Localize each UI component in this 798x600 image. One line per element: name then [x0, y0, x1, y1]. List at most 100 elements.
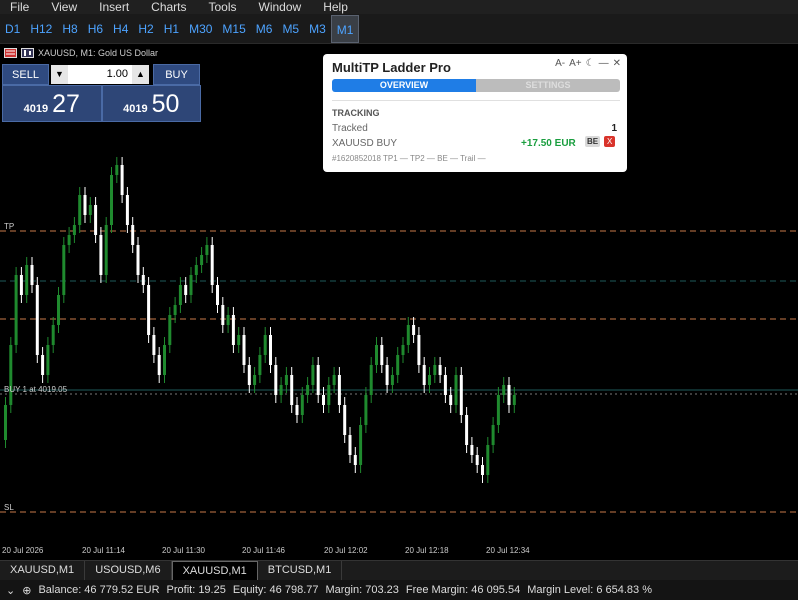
- candle-body: [83, 195, 87, 215]
- timeframe-h4[interactable]: H4: [108, 15, 133, 43]
- candle-body: [316, 365, 320, 395]
- candle-body: [406, 325, 410, 345]
- panel-tabs: OVERVIEW SETTINGS: [332, 79, 620, 92]
- panel-divider: [332, 100, 620, 101]
- candle-body: [46, 345, 50, 375]
- menu-charts[interactable]: Charts: [151, 0, 186, 14]
- candle-body: [417, 335, 421, 365]
- candle-body: [401, 345, 405, 355]
- chart-settings-icon[interactable]: [21, 48, 34, 58]
- candle-body: [136, 245, 140, 275]
- add-icon[interactable]: ⊕: [22, 584, 31, 597]
- menu-window[interactable]: Window: [259, 0, 302, 14]
- chart-tab[interactable]: XAUUSD,M1: [0, 561, 86, 580]
- candle-body: [343, 405, 347, 435]
- candle-body: [104, 225, 108, 275]
- breakeven-button[interactable]: BE: [585, 136, 601, 147]
- sell-price-button[interactable]: 4019 27: [2, 85, 102, 122]
- chart-window-icon[interactable]: [4, 48, 17, 58]
- candle-body: [327, 385, 331, 405]
- menu-help[interactable]: Help: [323, 0, 348, 14]
- candle-body: [322, 395, 325, 405]
- candle-body: [438, 365, 442, 375]
- collapse-icon[interactable]: ⌄: [6, 584, 15, 597]
- candle-body: [332, 375, 336, 385]
- chart-tabs: XAUUSD,M1 USOUSD,M6 XAUUSD,M1 BTCUSD,M1: [0, 560, 798, 580]
- candle-body: [62, 245, 66, 295]
- tracked-label: Tracked: [332, 123, 368, 134]
- close-position-button[interactable]: X: [604, 136, 616, 147]
- timeframe-h2[interactable]: H2: [133, 15, 158, 43]
- candle-body: [284, 375, 288, 385]
- candle-body: [51, 325, 55, 345]
- candle-body: [348, 435, 352, 455]
- menu-view[interactable]: View: [51, 0, 77, 14]
- lot-increase-button[interactable]: ▲: [132, 65, 149, 84]
- time-label: 20 Jul 11:46: [242, 546, 285, 555]
- candle-body: [25, 265, 29, 295]
- candle-body: [19, 275, 23, 295]
- candle-body: [422, 365, 426, 385]
- timeframe-toolbar: D1 H12 H8 H6 H4 H2 H1 M30 M15 M6 M5 M3 M…: [0, 14, 798, 44]
- buy-button[interactable]: BUY: [153, 64, 200, 85]
- chart-symbol-header: XAUUSD, M1: Gold US Dollar: [4, 48, 158, 58]
- chart-tab[interactable]: USOUSD,M6: [85, 561, 172, 580]
- theme-toggle-icon[interactable]: ☾: [586, 58, 595, 69]
- lot-size-input[interactable]: 1.00: [68, 65, 132, 84]
- candle-body: [221, 305, 225, 325]
- multitp-ladder-panel: MultiTP Ladder Pro A- A+ ☾ — ✕ OVERVIEW …: [323, 54, 627, 172]
- candle-body: [157, 355, 161, 375]
- tab-overview[interactable]: OVERVIEW: [332, 79, 476, 92]
- timeframe-m15[interactable]: M15: [217, 15, 250, 43]
- time-label: 20 Jul 11:14: [82, 546, 125, 555]
- font-increase-button[interactable]: A+: [569, 58, 582, 69]
- candle-body: [269, 335, 272, 365]
- candle-body: [216, 285, 219, 305]
- panel-controls: A- A+ ☾ — ✕: [555, 58, 621, 69]
- candle-body: [412, 325, 416, 335]
- font-decrease-button[interactable]: A-: [555, 58, 565, 69]
- profit-value: Profit: 19.25: [166, 584, 226, 596]
- one-click-trading-panel: SELL ▼ 1.00 ▲ BUY 4019 27 4019 50: [2, 64, 201, 122]
- time-label: 20 Jul 11:30: [162, 546, 205, 555]
- candle-body: [481, 465, 484, 475]
- sell-price-pips: 27: [52, 90, 80, 118]
- candle-body: [247, 365, 251, 385]
- candle-body: [67, 235, 71, 245]
- timeframe-h12[interactable]: H12: [25, 15, 57, 43]
- candle-body: [178, 285, 182, 305]
- menu-tools[interactable]: Tools: [209, 0, 237, 14]
- candle-body: [486, 445, 490, 475]
- free-margin-value: Free Margin: 46 095.54: [405, 584, 521, 596]
- account-status-bar: ⌄ ⊕ Balance: 46 779.52 EUR Profit: 19.25…: [0, 580, 798, 600]
- chart-tab-active[interactable]: XAUUSD,M1: [171, 561, 258, 580]
- timeframe-m30[interactable]: M30: [184, 15, 217, 43]
- buy-price-pips: 50: [151, 90, 180, 118]
- tab-settings[interactable]: SETTINGS: [476, 79, 620, 92]
- timeframe-h1[interactable]: H1: [159, 15, 184, 43]
- timeframe-h8[interactable]: H8: [57, 15, 82, 43]
- candle-body: [189, 275, 193, 295]
- sell-button[interactable]: SELL: [2, 64, 49, 85]
- chart-tab[interactable]: BTCUSD,M1: [258, 561, 343, 580]
- candle-body: [502, 385, 506, 395]
- timeframe-m3[interactable]: M3: [304, 15, 331, 43]
- minimize-icon[interactable]: —: [599, 58, 609, 69]
- timeframe-m5[interactable]: M5: [277, 15, 304, 43]
- candle-body: [226, 315, 230, 325]
- timeframe-d1[interactable]: D1: [0, 15, 25, 43]
- candle-body: [375, 345, 378, 365]
- candle-body: [231, 315, 235, 345]
- buy-price-button[interactable]: 4019 50: [101, 85, 201, 122]
- time-label: 20 Jul 2026: [2, 546, 44, 555]
- menu-file[interactable]: File: [10, 0, 29, 14]
- lot-decrease-button[interactable]: ▼: [51, 65, 68, 84]
- timeframe-h6[interactable]: H6: [83, 15, 108, 43]
- candle-body: [300, 395, 304, 415]
- menu-insert[interactable]: Insert: [99, 0, 129, 14]
- timeframe-m1[interactable]: M1: [330, 14, 360, 43]
- timeframe-m6[interactable]: M6: [251, 15, 278, 43]
- close-icon[interactable]: ✕: [613, 58, 621, 69]
- candle-body: [465, 415, 469, 445]
- candle-body: [110, 175, 113, 225]
